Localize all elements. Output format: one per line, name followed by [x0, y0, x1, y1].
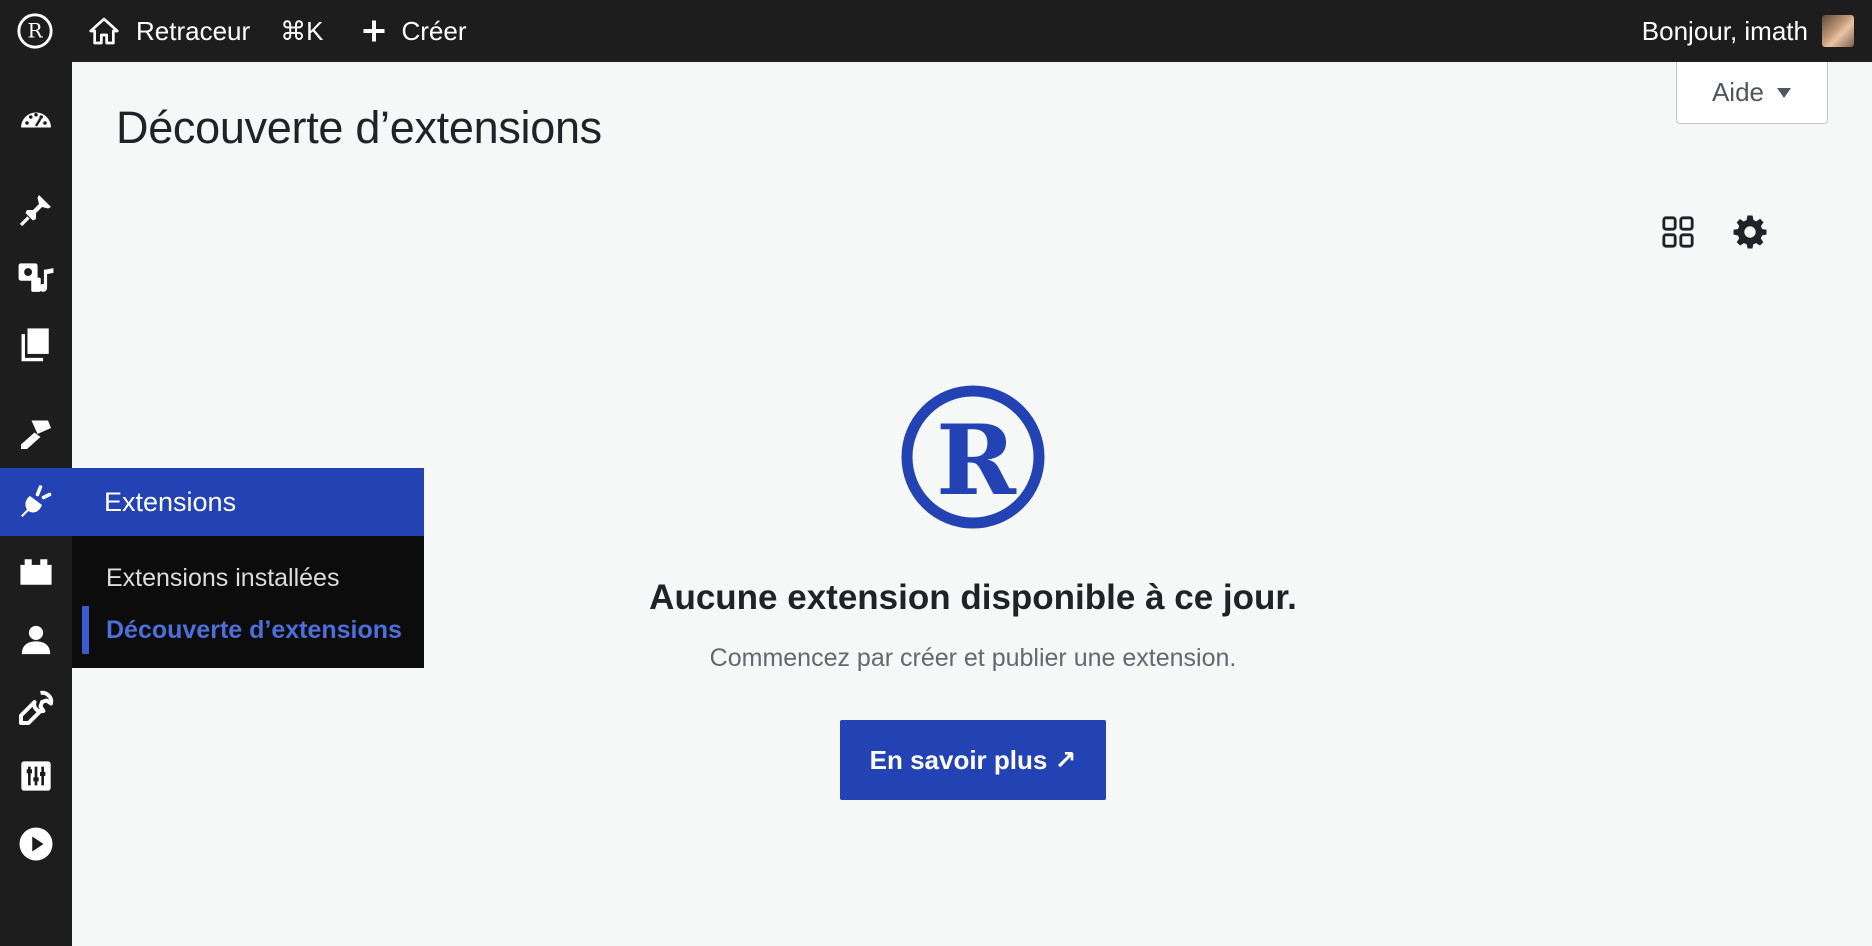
- brand-logo-icon: R: [901, 385, 1045, 529]
- plugin-icon: [21, 485, 52, 517]
- menu-settings[interactable]: [0, 748, 72, 804]
- site-link[interactable]: Retraceur: [70, 0, 264, 62]
- menu-posts[interactable]: [0, 182, 72, 238]
- help-label: Aide: [1711, 77, 1765, 107]
- command-shortcut: ⌘K: [280, 15, 324, 46]
- settings-sliders-icon: [21, 761, 51, 791]
- site-logo-button[interactable]: R: [0, 0, 70, 62]
- menu-media[interactable]: [0, 248, 72, 304]
- page-title: Découverte d’extensions: [116, 102, 602, 153]
- create-new-label: Créer: [401, 15, 467, 46]
- menu-extensions[interactable]: [0, 468, 72, 536]
- menu-pages[interactable]: [0, 316, 72, 372]
- triangle-down-icon: [1777, 87, 1792, 98]
- menu-appearance[interactable]: [0, 406, 72, 462]
- svg-text:R: R: [27, 19, 43, 43]
- menu-dashboard[interactable]: [0, 92, 72, 148]
- svg-text:R: R: [936, 404, 1017, 517]
- site-name: Retraceur: [136, 15, 251, 46]
- tools-wrench-icon: [19, 690, 54, 725]
- learn-more-button[interactable]: En savoir plus ↗: [840, 720, 1106, 800]
- empty-state-title: Aucune extension disponible à ce jour.: [649, 578, 1297, 617]
- plus-icon: [363, 20, 384, 42]
- flyout-title-extensions[interactable]: Extensions: [72, 468, 424, 536]
- learn-more-label: En savoir plus ↗: [869, 744, 1077, 775]
- grid-view-button[interactable]: [1656, 210, 1700, 254]
- pages-icon: [21, 328, 49, 362]
- create-new-button[interactable]: Créer: [344, 0, 477, 62]
- grid-view-icon: [1662, 216, 1694, 248]
- empty-state-text: Commencez par créer et publier une exten…: [709, 644, 1237, 672]
- appearance-brush-icon: [21, 420, 51, 449]
- command-palette-button[interactable]: ⌘K: [264, 0, 343, 62]
- gear-icon: [1733, 215, 1767, 249]
- media-icon: [18, 263, 54, 292]
- extensions-flyout-menu: Extensions Extensions installées Découve…: [72, 468, 424, 668]
- dashboard-icon: [21, 112, 51, 128]
- play-icon: [19, 827, 53, 861]
- registered-r-logo-icon: R: [17, 13, 53, 49]
- home-icon: [89, 17, 119, 45]
- menu-media-player[interactable]: [0, 816, 72, 872]
- menu-tools[interactable]: [0, 680, 72, 736]
- account-menu[interactable]: Bonjour, imath: [1642, 0, 1872, 62]
- help-button[interactable]: Aide: [1676, 62, 1828, 124]
- admin-bar: R Retraceur ⌘K Créer Bonjour, imath: [0, 0, 1872, 62]
- avatar: [1822, 15, 1854, 47]
- greeting-text: Bonjour, imath: [1641, 15, 1808, 46]
- settings-button[interactable]: [1728, 210, 1772, 254]
- pin-icon: [19, 195, 51, 227]
